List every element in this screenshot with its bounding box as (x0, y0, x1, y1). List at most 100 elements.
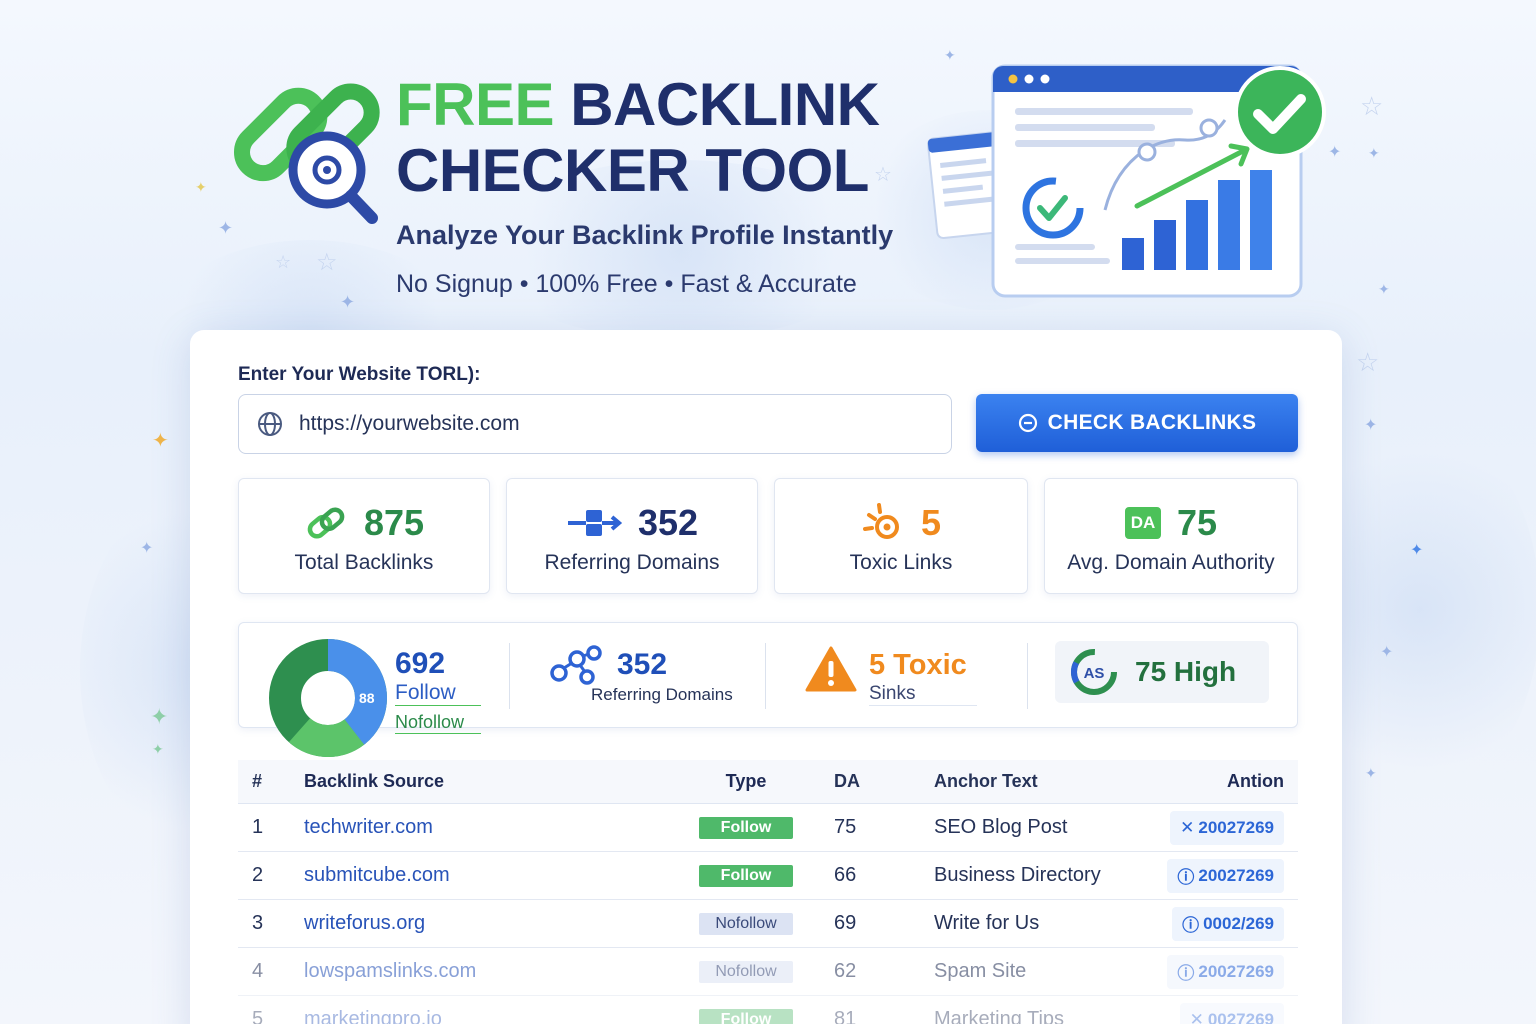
row-action-label: 20027269 (1198, 817, 1274, 837)
row-type-badge: Nofollow (699, 912, 793, 935)
toxic-count: 5 Toxic (869, 648, 967, 681)
x-icon: ✕ (1189, 1009, 1204, 1024)
domains-icon (567, 510, 622, 536)
backlink-checker-card: Enter Your Website TORL): CHECK BACKLINK… (190, 330, 1342, 1024)
row-anchor: Marketing Tips (934, 1008, 1065, 1024)
check-backlinks-button[interactable]: CHECK BACKLINKS (976, 394, 1298, 452)
da-summary-text: 75 High (1135, 656, 1237, 687)
total-backlinks-value: 875 (363, 502, 425, 543)
col-header-da[interactable]: DA (834, 771, 934, 792)
url-input[interactable] (299, 412, 899, 436)
da-badge-icon: DA (1124, 507, 1161, 539)
row-source-link[interactable]: submitcube.com (304, 864, 658, 887)
summary-divider (765, 643, 766, 709)
referring-domains-value: 352 (637, 502, 699, 543)
follow-summary: 692 Follow Nofollow (395, 647, 481, 734)
donut-center-label: 88 (359, 690, 375, 706)
row-anchor: Spam Site (934, 960, 1027, 982)
total-backlinks-label: Total Backlinks (294, 551, 434, 574)
table-body: 1 techwriter.com Follow 75 SEO Blog Post… (238, 804, 1298, 1024)
row-da: 69 (834, 912, 857, 934)
col-header-anchor[interactable]: Anchor Text (934, 771, 1168, 792)
row-da: 66 (834, 864, 857, 886)
follow-count: 692 (395, 647, 446, 680)
row-type: Follow (658, 816, 834, 839)
backlinks-table: # Backlink Source Type DA Anchor Text An… (238, 760, 1298, 1024)
row-type-badge: Follow (699, 864, 793, 887)
hero-features: No Signup • 100% Free • Fast & Accurate (396, 270, 857, 298)
row-source-link[interactable]: lowspamslinks.com (304, 960, 658, 983)
stat-card-toxic-links: 5 Toxic Links (774, 478, 1028, 594)
table-row: 1 techwriter.com Follow 75 SEO Blog Post… (238, 804, 1298, 852)
summary-divider (509, 643, 510, 709)
table-row: 5 marketingpro.io Follow 81 Marketing Ti… (238, 996, 1298, 1024)
row-action-label: 0027269 (1207, 1009, 1274, 1024)
info-icon: ⓘ (1177, 868, 1195, 887)
row-action-button[interactable]: ⓘ 20027269 (1167, 858, 1284, 893)
globe-icon (258, 412, 282, 436)
toxic-links-value: 5 (920, 502, 942, 543)
stat-card-avg-da: DA 75 Avg. Domain Authority (1044, 478, 1298, 594)
hero-title-backlink: BACKLINK (570, 71, 880, 138)
row-num: 2 (252, 864, 264, 886)
row-type-badge: Nofollow (699, 960, 793, 983)
hero-title-free: FREE (396, 71, 555, 138)
row-action: ⓘ 0002/269 (1168, 906, 1298, 941)
row-num: 5 (252, 1008, 264, 1024)
col-header-type[interactable]: Type (658, 771, 834, 792)
warning-icon (805, 646, 857, 692)
hero-subtitle: Analyze Your Backlink Profile Instantly (396, 220, 894, 250)
hero-title: FREE BACKLINK CHECKER TOOL (396, 72, 880, 204)
da-summary: AS 75 High (1055, 641, 1269, 703)
row-type: Nofollow (658, 960, 834, 983)
summary-bar: 88 692 Follow Nofollow 352 Referring Dom… (238, 622, 1298, 757)
row-action: ✕ 20027269 (1168, 810, 1298, 845)
stat-card-total-backlinks: 875 Total Backlinks (238, 478, 490, 594)
check-backlinks-label: CHECK BACKLINKS (1047, 411, 1257, 434)
info-icon: ⓘ (1177, 964, 1195, 983)
analytics-dashboard-illustration-icon (927, 64, 1326, 298)
domains-count: 352 (617, 648, 668, 681)
row-source-link[interactable]: writeforus.org (304, 912, 658, 935)
table-row: 4 lowspamslinks.com Nofollow 62 Spam Sit… (238, 948, 1298, 996)
row-action: ✕ 0027269 (1168, 1002, 1298, 1024)
col-header-source[interactable]: Backlink Source (304, 771, 658, 792)
col-header-num: # (252, 771, 263, 791)
avg-da-value: 75 (1176, 502, 1218, 543)
row-action: ⓘ 20027269 (1167, 954, 1298, 989)
row-da: 81 (834, 1008, 857, 1024)
row-da: 75 (834, 816, 857, 838)
link-circle-icon (1018, 413, 1037, 433)
table-header: # Backlink Source Type DA Anchor Text An… (238, 760, 1298, 804)
row-num: 1 (252, 816, 264, 838)
row-type: Nofollow (658, 912, 834, 935)
row-type-badge: Follow (699, 816, 793, 839)
row-action-label: 0002/269 (1203, 913, 1274, 933)
url-input-wrapper[interactable] (238, 394, 952, 454)
row-action-button[interactable]: ⓘ 20027269 (1167, 954, 1284, 989)
row-source-link[interactable]: techwriter.com (304, 816, 658, 839)
follow-donut-chart: 88 (269, 639, 387, 757)
link-icon (307, 507, 345, 539)
summary-divider (1027, 643, 1028, 709)
da-gauge-label: AS (1084, 665, 1105, 682)
row-num: 3 (252, 912, 264, 934)
table-row: 2 submitcube.com Follow 66 Business Dire… (238, 852, 1298, 900)
stat-card-referring-domains: 352 Referring Domains (506, 478, 758, 594)
referring-domains-label: Referring Domains (544, 551, 720, 574)
avg-da-label: Avg. Domain Authority (1067, 551, 1275, 574)
row-source-link[interactable]: marketingpro.io (304, 1008, 658, 1024)
toxic-links-label: Toxic Links (849, 551, 953, 574)
nofollow-label: Nofollow (395, 712, 481, 734)
row-action: ⓘ 20027269 (1167, 858, 1298, 893)
table-row: 3 writeforus.org Nofollow 69 Write for U… (238, 900, 1298, 948)
row-action-button[interactable]: ✕ 20027269 (1170, 810, 1284, 845)
row-anchor: SEO Blog Post (934, 816, 1068, 838)
row-type-badge: Follow (699, 1008, 793, 1024)
url-label: Enter Your Website TORL): (238, 364, 481, 385)
row-action-button[interactable]: ⓘ 0002/269 (1172, 906, 1284, 941)
domains-summary-label: Referring Domains (591, 685, 733, 704)
toxic-summary-label: Sinks (869, 683, 977, 706)
toxic-icon (862, 503, 899, 539)
row-action-button[interactable]: ✕ 0027269 (1179, 1002, 1284, 1024)
